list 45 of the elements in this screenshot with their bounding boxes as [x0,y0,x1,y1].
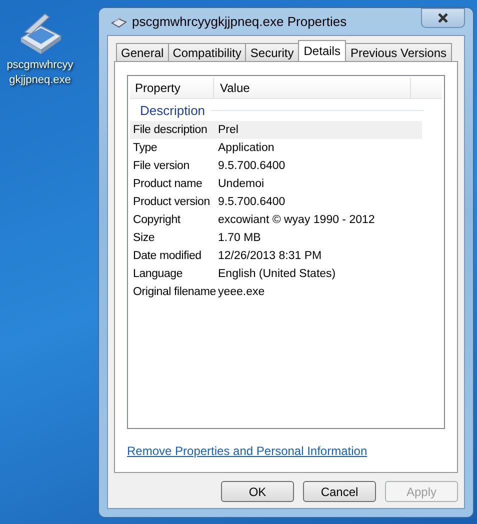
value-cell: Application [218,142,274,154]
remove-properties-link[interactable]: Remove Properties and Personal Information [127,444,368,458]
column-header[interactable]: Value [214,78,411,98]
table-row[interactable]: Size 1.70 MB [130,229,422,247]
dialog-button[interactable]: Cancel [303,481,376,502]
property-cell-text: Type [132,142,158,154]
property-cell-text: Product name [132,178,204,190]
group-header: Description [140,102,206,118]
value-cell: yeee.exe [218,286,265,298]
desktop-icon-label[interactable]: pscgmwhrcyygkjjpneq.exe [5,58,75,88]
dialog-button[interactable]: OK [221,481,294,502]
table-row[interactable]: Date modified 12/26/2013 8:31 PM [130,247,422,265]
value-cell: 12/26/2013 8:31 PM [218,250,322,262]
value-cell: excowiant © wyay 1990 - 2012 [218,214,375,226]
close-button[interactable] [421,8,465,28]
table-row[interactable]: Type Application [130,139,422,157]
property-cell-text: Date modified [132,250,202,262]
tab[interactable]: Previous Versions [345,43,452,61]
table-row[interactable]: File description Prel [130,121,422,139]
property-cell-text: Language [132,268,184,280]
tab[interactable]: Compatibility [168,43,246,61]
table-row[interactable]: Copyright excowiant © wyay 1990 - 2012 [130,211,422,229]
property-cell-text: Copyright [132,214,182,226]
table-row[interactable]: Language English (United States) [130,265,422,283]
value-cell: English (United States) [218,268,336,280]
value-cell: Undemoi [218,178,264,190]
property-cell-text: Size [132,232,156,244]
property-cell-text: File description [132,124,208,136]
tab[interactable]: Details [298,40,346,61]
tab[interactable]: Security [245,43,299,61]
close-icon [437,12,449,22]
table-row[interactable]: Product name Undemoi [130,175,422,193]
value-cell: Prel [218,124,238,136]
property-cell-text: File version [132,160,190,172]
property-cell-text: Product version [132,196,211,208]
table-row[interactable]: Product version 9.5.700.6400 [130,193,422,211]
value-cell: 1.70 MB [218,232,261,244]
window-title: pscgmwhrcyygkjjpneq.exe Properties [132,14,348,29]
table-row[interactable]: Original filename yeee.exe [130,283,422,301]
table-row[interactable]: File version 9.5.700.6400 [130,157,422,175]
property-cell-text: Original filename [132,286,217,298]
tab[interactable]: General [116,43,169,61]
column-header[interactable]: Property [130,78,214,98]
value-cell: 9.5.700.6400 [218,196,286,208]
value-cell: 9.5.700.6400 [218,160,286,172]
